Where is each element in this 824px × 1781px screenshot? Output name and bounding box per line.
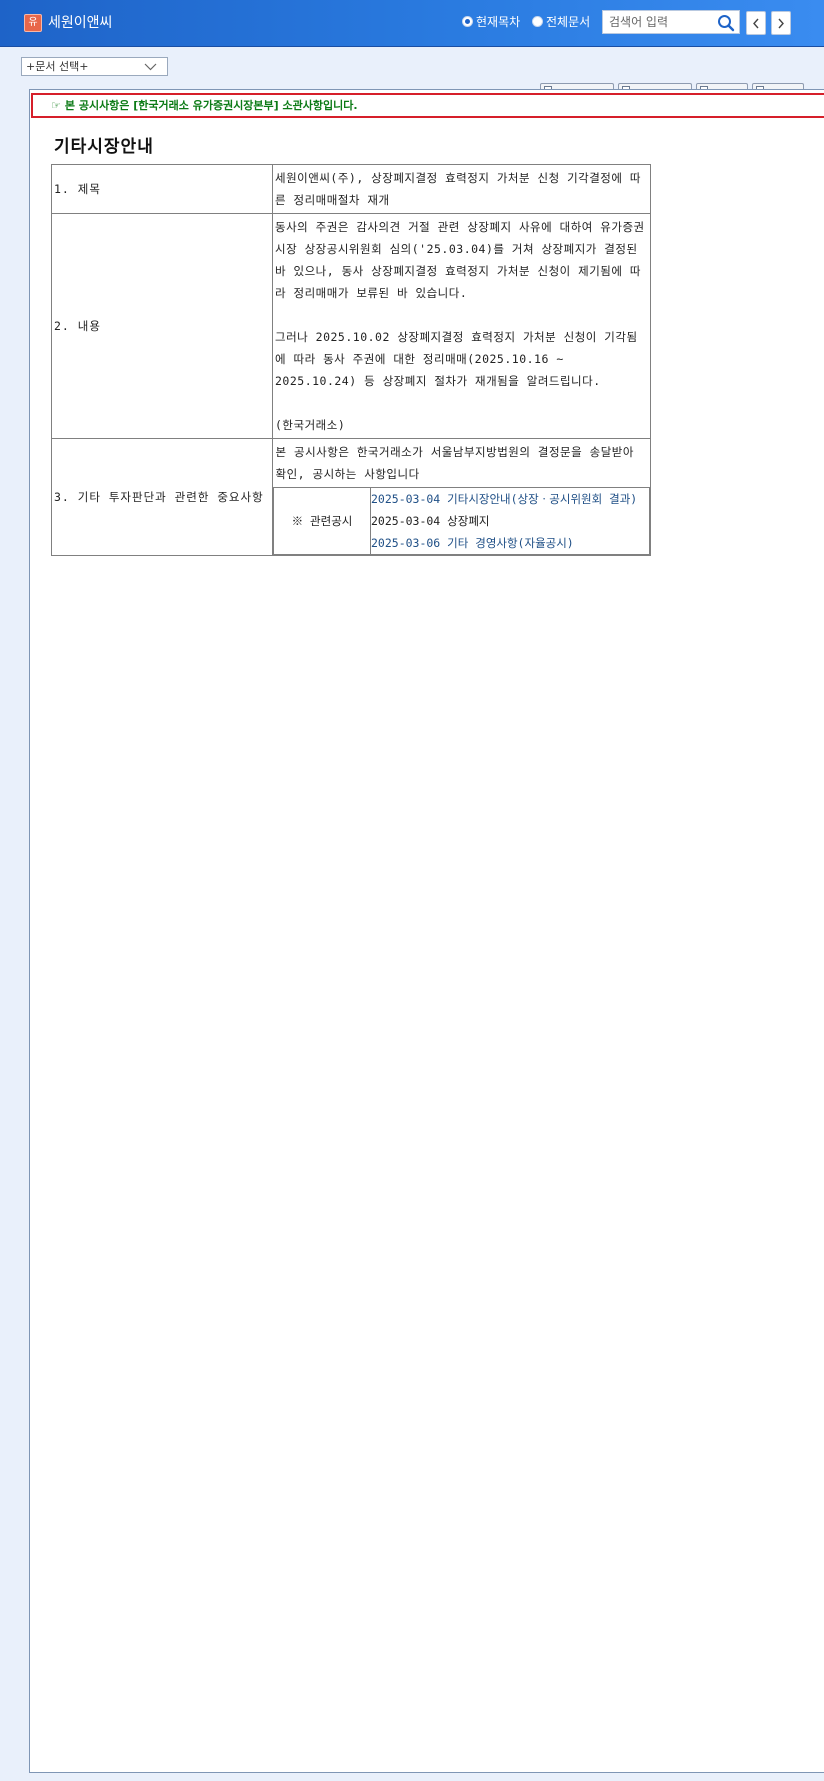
content-value: 동사의 주권은 감사의견 거절 관련 상장폐지 사유에 대하여 유가증권시장 상… <box>272 213 651 439</box>
pointing-hand-icon: ☞ <box>51 99 61 112</box>
subject-label: 1. 제목 <box>51 164 273 214</box>
radio-current-toc[interactable]: 현재목차 <box>462 13 520 30</box>
related-label: ※ 관련공시 <box>273 487 371 555</box>
search-input[interactable] <box>603 11 725 33</box>
document-select[interactable]: +문서 선택+ <box>21 57 168 76</box>
radio-all-label: 전체문서 <box>546 15 591 29</box>
radio-unchecked-icon[interactable] <box>532 16 543 27</box>
related-item: 2025-03-04 상장폐지 <box>371 514 490 528</box>
chevron-right-icon <box>778 18 784 29</box>
related-link[interactable]: 2025-03-06 기타 경영사항(자율공시) <box>371 532 649 554</box>
content-paragraph: 동사의 주권은 감사의견 거절 관련 상장폐지 사유에 대하여 유가증권시장 상… <box>275 220 645 300</box>
company-logo-icon: 유 <box>24 14 42 32</box>
other-inner-table: 본 공시사항은 한국거래소가 서울남부지방법원의 결정문을 송달받아 확인, 공… <box>273 439 650 555</box>
search-icon[interactable] <box>717 14 735 32</box>
disclosure-table: 1. 제목 세원이앤씨(주), 상장폐지결정 효력정지 가처분 신청 기각결정에… <box>51 164 651 556</box>
company-name: 세원이앤씨 <box>48 15 113 31</box>
document-select-label: +문서 선택+ <box>26 60 89 73</box>
table-row: 3. 기타 투자판단과 관련한 중요사항 본 공시사항은 한국거래소가 서울남부… <box>51 438 651 556</box>
other-cell: 본 공시사항은 한국거래소가 서울남부지방법원의 결정문을 송달받아 확인, 공… <box>272 438 651 556</box>
radio-all-docs[interactable]: 전체문서 <box>532 13 590 30</box>
next-button[interactable] <box>771 11 791 35</box>
table-row: 1. 제목 세원이앤씨(주), 상장폐지결정 효력정지 가처분 신청 기각결정에… <box>51 164 651 214</box>
subject-value: 세원이앤씨(주), 상장폐지결정 효력정지 가처분 신청 기각결정에 따른 정리… <box>272 164 651 214</box>
content-paragraph: 그러나 2025.10.02 상장폐지결정 효력정지 가처분 신청이 기각됨에 … <box>275 330 638 388</box>
radio-checked-icon[interactable] <box>462 16 473 27</box>
other-value: 본 공시사항은 한국거래소가 서울남부지방법원의 결정문을 송달받아 확인, 공… <box>275 445 634 481</box>
radio-current-label: 현재목차 <box>476 15 521 29</box>
top-bar: 유 세원이앤씨 현재목차 전체문서 <box>0 0 824 47</box>
search-box <box>602 10 740 34</box>
related-list: 2025-03-04 기타시장안내(상장ㆍ공시위원회 결과) 2025-03-0… <box>370 487 650 555</box>
notice-text: 본 공시사항은 [한국거래소 유가증권시장본부] 소관사항입니다. <box>64 99 358 112</box>
table-row: 2. 내용 동사의 주권은 감사의견 거절 관련 상장폐지 사유에 대하여 유가… <box>51 213 651 439</box>
document-title: 기타시장안내 <box>54 137 154 157</box>
notice-banner: ☞ 본 공시사항은 [한국거래소 유가증권시장본부] 소관사항입니다. <box>31 93 824 118</box>
related-link[interactable]: 2025-03-04 기타시장안내(상장ㆍ공시위원회 결과) <box>371 488 649 510</box>
content-source: (한국거래소) <box>275 418 346 432</box>
other-label: 3. 기타 투자판단과 관련한 중요사항 <box>51 438 273 556</box>
prev-button[interactable] <box>746 11 766 35</box>
chevron-left-icon <box>753 18 759 29</box>
chevron-down-icon <box>144 63 157 71</box>
content-label: 2. 내용 <box>51 213 273 439</box>
